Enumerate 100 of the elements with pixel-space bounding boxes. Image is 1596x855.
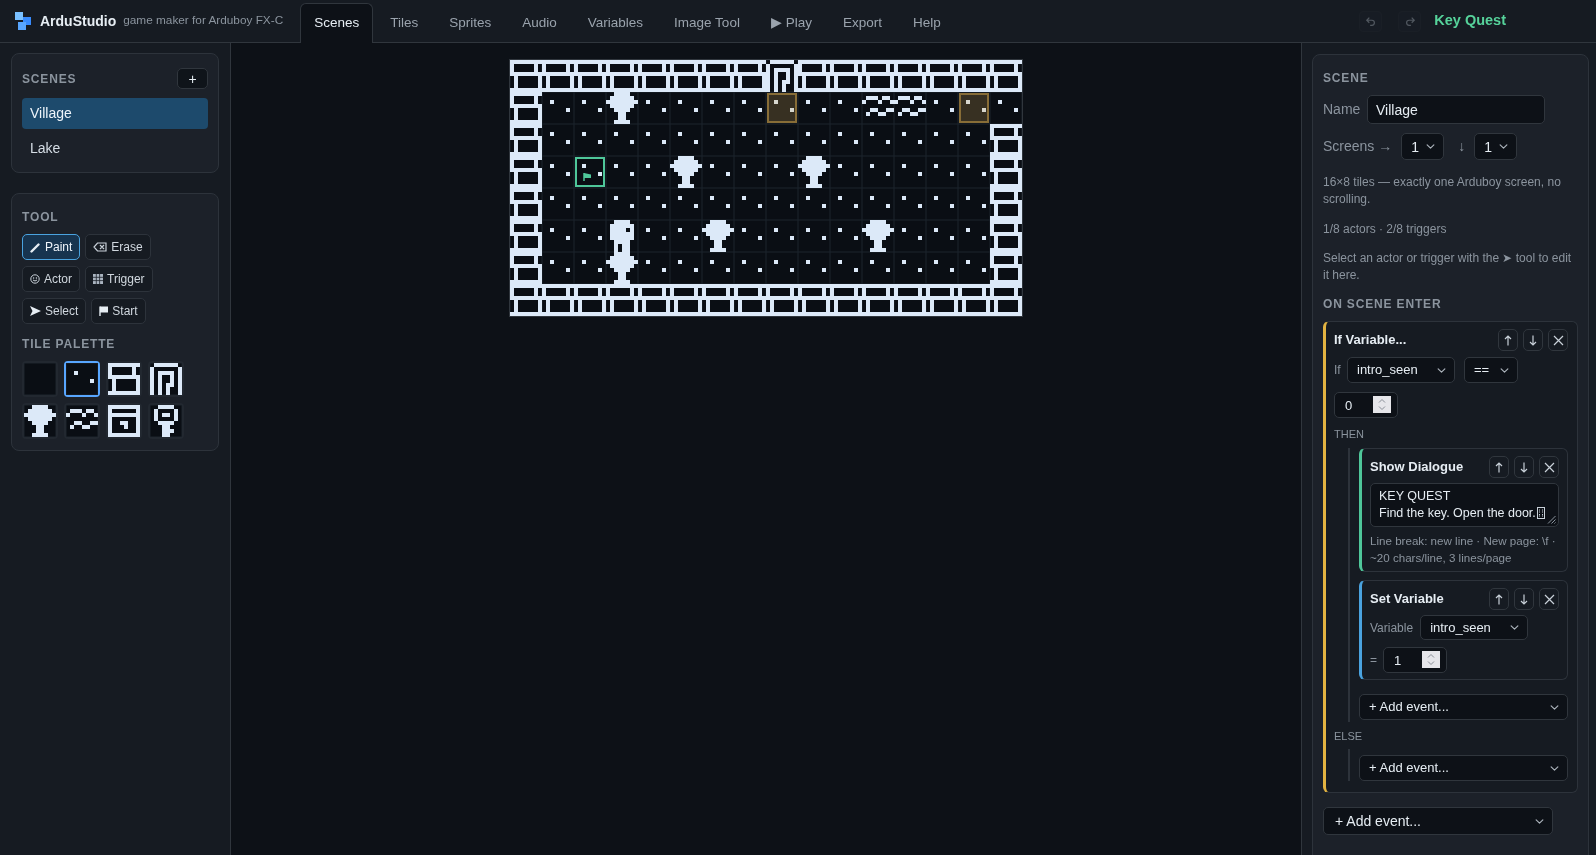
- nav-tab[interactable]: Image Tool: [660, 3, 754, 43]
- dotted-tile[interactable]: [926, 156, 958, 188]
- dotted-tile[interactable]: [798, 92, 830, 124]
- brick-tile[interactable]: [670, 284, 702, 316]
- nav-tab[interactable]: Help: [898, 3, 955, 43]
- dotted-tile[interactable]: [542, 220, 574, 252]
- dotted-tile[interactable]: [670, 220, 702, 252]
- dotted-tile[interactable]: [798, 188, 830, 220]
- dotted-tile[interactable]: [542, 156, 574, 188]
- dotted-tile[interactable]: [766, 252, 798, 284]
- wave-tile[interactable]: [64, 403, 100, 439]
- dotted-tile[interactable]: [638, 124, 670, 156]
- nav-tab[interactable]: Export: [828, 3, 896, 43]
- tree-tile[interactable]: [22, 403, 58, 439]
- dotted-tile[interactable]: [862, 156, 894, 188]
- dotted-tile[interactable]: [830, 92, 862, 124]
- dotted-tile[interactable]: [830, 188, 862, 220]
- add-event-dropdown[interactable]: + Add event...: [1323, 807, 1553, 835]
- brick-tile[interactable]: [702, 60, 734, 92]
- nav-tab[interactable]: Tiles: [376, 3, 433, 43]
- chest-tile[interactable]: [106, 403, 142, 439]
- tree-tile[interactable]: [606, 92, 638, 124]
- brick-tile[interactable]: [958, 60, 990, 92]
- delete-button[interactable]: [1539, 456, 1559, 478]
- dotted-tile[interactable]: [926, 124, 958, 156]
- dotted-tile[interactable]: [574, 252, 606, 284]
- dotted-tile[interactable]: [670, 252, 702, 284]
- brick-tile[interactable]: [670, 60, 702, 92]
- tree-tile[interactable]: [670, 156, 702, 188]
- dotted-tile[interactable]: [542, 92, 574, 124]
- add-event-dropdown[interactable]: + Add event...: [1359, 694, 1568, 720]
- brick-tile[interactable]: [606, 60, 638, 92]
- dotted-tile[interactable]: [862, 124, 894, 156]
- dotted-tile[interactable]: [894, 188, 926, 220]
- dotted-tile[interactable]: [702, 124, 734, 156]
- add-scene-button[interactable]: +: [177, 68, 208, 89]
- tool-button[interactable]: Actor: [22, 266, 80, 292]
- dotted-tile[interactable]: [926, 188, 958, 220]
- brick-tile[interactable]: [926, 284, 958, 316]
- dotted-tile[interactable]: [830, 252, 862, 284]
- wave-tile[interactable]: [862, 92, 894, 124]
- add-event-dropdown[interactable]: + Add event...: [1359, 755, 1568, 781]
- dotted-tile[interactable]: [894, 220, 926, 252]
- move-up-button[interactable]: [1489, 456, 1509, 478]
- dotted-tile[interactable]: [830, 220, 862, 252]
- dotted-tile[interactable]: [894, 124, 926, 156]
- brick-tile[interactable]: [862, 284, 894, 316]
- dotted-tile[interactable]: [990, 92, 1022, 124]
- brick-tile[interactable]: [734, 60, 766, 92]
- tool-button[interactable]: Start: [91, 298, 146, 324]
- dotted-tile[interactable]: [574, 92, 606, 124]
- brick-tile[interactable]: [830, 60, 862, 92]
- dotted-tile[interactable]: [926, 92, 958, 124]
- tree-tile[interactable]: [702, 220, 734, 252]
- screens-down-dropdown[interactable]: 1: [1474, 133, 1518, 160]
- dotted-tile[interactable]: [638, 92, 670, 124]
- dotted-tile[interactable]: [862, 188, 894, 220]
- dotted-tile[interactable]: [734, 92, 766, 124]
- move-down-button[interactable]: [1514, 456, 1534, 478]
- dotted-tile[interactable]: [798, 220, 830, 252]
- tree-tile[interactable]: [606, 252, 638, 284]
- dotted-tile[interactable]: [670, 92, 702, 124]
- brick-tile[interactable]: [606, 284, 638, 316]
- nav-tab[interactable]: ▶ Play: [756, 3, 826, 43]
- tool-button[interactable]: Select: [22, 298, 87, 324]
- brick-tile[interactable]: [542, 60, 574, 92]
- dotted-tile[interactable]: [894, 156, 926, 188]
- brick-tile[interactable]: [702, 284, 734, 316]
- brick-tile[interactable]: [510, 284, 542, 316]
- brick-tile[interactable]: [830, 284, 862, 316]
- dotted-tile[interactable]: [638, 252, 670, 284]
- dotted-tile[interactable]: [638, 156, 670, 188]
- dotted-tile[interactable]: [702, 252, 734, 284]
- scene-list-item[interactable]: Village: [22, 98, 208, 129]
- dotted-tile[interactable]: [64, 361, 100, 397]
- brick-tile[interactable]: [990, 124, 1022, 156]
- dotted-tile[interactable]: [574, 220, 606, 252]
- dotted-tile[interactable]: [606, 188, 638, 220]
- dotted-tile[interactable]: [542, 188, 574, 220]
- dotted-tile[interactable]: [702, 188, 734, 220]
- start-tile[interactable]: [574, 156, 606, 188]
- dotted-tile[interactable]: [830, 156, 862, 188]
- trigger-tile[interactable]: [958, 92, 990, 124]
- variable-dropdown[interactable]: intro_seen: [1420, 615, 1529, 640]
- dotted-tile[interactable]: [958, 220, 990, 252]
- brick-tile[interactable]: [542, 284, 574, 316]
- tool-button[interactable]: Paint: [22, 234, 81, 260]
- dotted-tile[interactable]: [734, 220, 766, 252]
- nav-tab[interactable]: Audio: [508, 3, 571, 43]
- brick-tile[interactable]: [574, 284, 606, 316]
- brick-tile[interactable]: [574, 60, 606, 92]
- nav-tab[interactable]: Variables: [573, 3, 658, 43]
- dotted-tile[interactable]: [958, 124, 990, 156]
- dotted-tile[interactable]: [926, 252, 958, 284]
- dotted-tile[interactable]: [798, 252, 830, 284]
- variable-dropdown[interactable]: intro_seen: [1347, 357, 1455, 383]
- brick-tile[interactable]: [958, 284, 990, 316]
- dotted-tile[interactable]: [574, 124, 606, 156]
- brick-tile[interactable]: [106, 361, 142, 397]
- brick-tile[interactable]: [926, 60, 958, 92]
